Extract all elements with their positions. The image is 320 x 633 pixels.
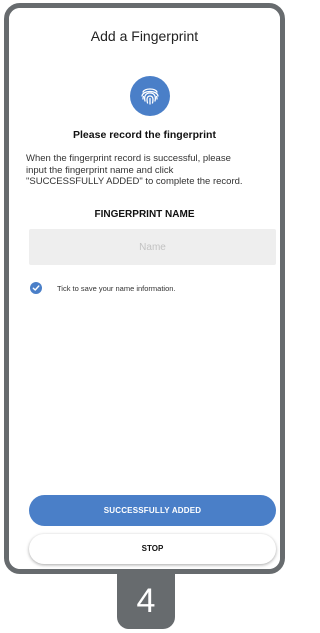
page-title: Add a Fingerprint <box>90 28 199 44</box>
step-number-badge: 4 <box>117 569 175 629</box>
phone-frame: Add a Fingerprint Please record the fing… <box>4 3 285 574</box>
record-heading: Please record the fingerprint <box>73 129 216 141</box>
add-fingerprint-screen: Add a Fingerprint Please record the fing… <box>9 8 280 569</box>
save-name-option[interactable]: Tick to save your name information. <box>30 281 176 295</box>
stop-button[interactable]: STOP <box>29 534 276 564</box>
successfully-added-button[interactable]: SUCCESSFULLY ADDED <box>29 495 276 526</box>
instructions-line: input the fingerprint name and click <box>26 164 174 176</box>
instructions-line: "SUCCESSFULLY ADDED" to complete the rec… <box>26 176 243 187</box>
fingerprint-name-input[interactable] <box>29 229 276 265</box>
fingerprint-name-heading: FINGERPRINT NAME <box>94 209 195 220</box>
instructions-line: When the fingerprint record is successfu… <box>26 153 231 164</box>
fingerprint-icon <box>130 76 170 116</box>
check-circle-icon[interactable] <box>30 282 42 294</box>
save-name-label: Tick to save your name information. <box>57 283 176 293</box>
instructions-text: When the fingerprint record is successfu… <box>26 153 268 188</box>
